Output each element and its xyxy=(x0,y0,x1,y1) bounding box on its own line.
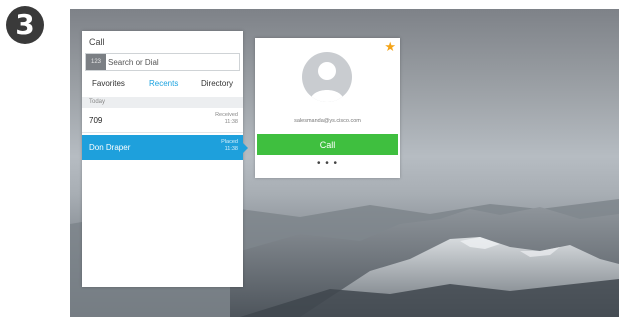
star-icon[interactable]: ★ xyxy=(384,39,396,55)
more-options-button[interactable]: • • • xyxy=(255,159,400,169)
call-time: 11:38 xyxy=(224,146,238,152)
step-number-badge: 3 xyxy=(6,6,44,44)
panel-title: Call xyxy=(89,37,105,47)
search-input[interactable] xyxy=(108,54,236,70)
search-box[interactable]: 123 xyxy=(85,53,240,71)
recent-call-row-selected[interactable]: Don Draper Placed 11:38 xyxy=(82,135,248,160)
tab-bar: Favorites Recents Directory xyxy=(82,79,243,93)
contact-name: Don Draper xyxy=(89,143,131,152)
call-button[interactable]: Call xyxy=(257,134,398,155)
touch-screen: Call 123 Favorites Recents Directory Tod… xyxy=(70,9,619,317)
call-time: 11:38 xyxy=(224,119,238,125)
section-header-today: Today xyxy=(82,97,243,108)
contact-card: ★ salesmanda@ys.cisco.com Call • • • xyxy=(255,38,400,178)
person-icon xyxy=(302,52,352,102)
tab-recents[interactable]: Recents xyxy=(149,79,178,88)
dial-pad-toggle[interactable]: 123 xyxy=(86,54,106,70)
tab-favorites[interactable]: Favorites xyxy=(92,79,125,88)
contact-email: salesmanda@ys.cisco.com xyxy=(294,118,361,124)
contact-name: 709 xyxy=(89,116,103,125)
selection-pointer-icon xyxy=(243,143,248,153)
call-status: Placed xyxy=(221,139,238,145)
call-panel: Call 123 Favorites Recents Directory Tod… xyxy=(82,31,248,287)
tab-directory[interactable]: Directory xyxy=(201,79,233,88)
call-meta: Received 11:38 xyxy=(215,112,238,126)
recent-call-row[interactable]: 709 Received 11:38 xyxy=(82,108,243,133)
call-status: Received xyxy=(215,112,238,118)
call-meta: Placed 11:38 xyxy=(221,139,238,153)
